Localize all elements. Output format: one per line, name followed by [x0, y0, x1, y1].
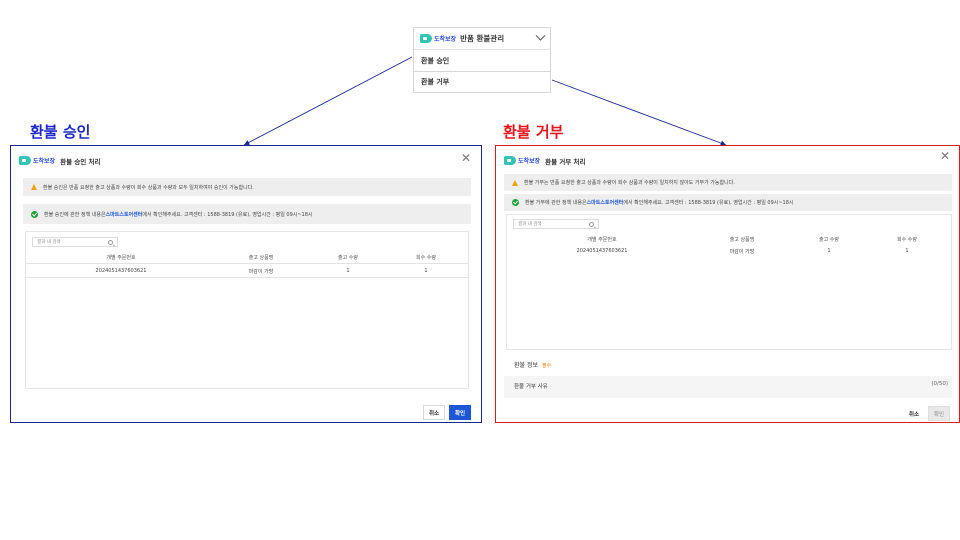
warning-text: 환불 승인은 반품 요청한 출고 상품과 수량이 회수 상품과 수량과 모두 일… — [43, 184, 254, 191]
refund-info-text: 환불 정보 — [514, 362, 538, 369]
cell-product: 마감이 가방 — [248, 269, 274, 275]
search-icon[interactable] — [108, 239, 113, 245]
info-text-suffix: 에서 확인해주세요. 고객센터 : 1588-3819 (유료), 영업시간 :… — [623, 200, 794, 206]
reason-counter: (0/50) — [931, 381, 948, 387]
refund-info-label: 환불 정보 필수 — [514, 360, 551, 369]
col-out-qty: 출고 수량 — [819, 237, 839, 243]
col-order-no: 개별 주문번호 — [106, 255, 136, 261]
warning-icon — [512, 179, 518, 186]
logo: 도착보장 — [420, 33, 456, 44]
logo-mark-icon — [420, 34, 432, 43]
warning-notice: 환불 승인은 반품 요청한 출고 상품과 수량이 회수 상품과 수량과 모두 일… — [23, 178, 471, 196]
info-notice: 환불 승인에 관한 정책 내용은 스마트스토어센터 에서 확인해주세요. 고객센… — [23, 204, 471, 224]
page: 도착보장 반품 환불관리 환불 승인 환불 거부 환불 승인 환불 거부 도착보… — [0, 0, 960, 540]
cell-return-qty: 1 — [905, 248, 909, 254]
cancel-button[interactable]: 취소 — [423, 405, 445, 420]
reject-heading: 환불 거부 — [503, 123, 564, 141]
search-placeholder: 결과 내 검색 — [37, 240, 61, 245]
reject-reason-input[interactable]: 환불 거부 사유 (0/50) — [504, 376, 952, 398]
logo-mark-icon — [504, 156, 516, 165]
approve-dialog: 도착보장 환불 승인 처리 ✕ 환불 승인은 반품 요청한 출고 상품과 수량이… — [10, 145, 482, 423]
col-product: 출고 상품명 — [248, 255, 274, 261]
search-placeholder: 결과 내 검색 — [518, 222, 542, 227]
dropdown-item-approve[interactable]: 환불 승인 — [414, 50, 550, 71]
warning-notice: 환불 거부는 반품 요청한 출고 상품과 수량이 회수 상품과 수량이 일치하지… — [504, 174, 952, 191]
cancel-button[interactable]: 취소 — [903, 406, 925, 421]
cell-product: 마감이 가방 — [729, 249, 755, 255]
smartstore-link[interactable]: 스마트스토어센터 — [587, 199, 624, 206]
order-table-panel: 결과 내 검색 개별 주문번호 출고 상품명 출고 수량 회수 수량 20240… — [25, 231, 469, 389]
close-icon[interactable]: ✕ — [461, 152, 471, 164]
dropdown-title: 반품 환불관리 — [460, 34, 505, 43]
col-product: 출고 상품명 — [729, 237, 755, 243]
cell-return-qty: 1 — [424, 268, 428, 274]
logo-mark-icon — [19, 156, 31, 165]
close-icon[interactable]: ✕ — [940, 150, 950, 162]
logo: 도착보장 — [19, 155, 55, 166]
dropdown-item-reject[interactable]: 환불 거부 — [414, 71, 550, 92]
order-table-panel: 결과 내 검색 개별 주문번호 출고 상품명 출고 수량 회수 수량 20240… — [506, 214, 952, 350]
smartstore-link[interactable]: 스마트스토어센터 — [106, 211, 143, 218]
search-icon[interactable] — [589, 221, 594, 227]
cell-out-qty: 1 — [346, 268, 350, 274]
info-text-suffix: 에서 확인해주세요. 고객센터 : 1588-3819 (유료), 영업시간 :… — [142, 211, 313, 218]
dialog-header: 도착보장 환불 거부 처리 — [504, 155, 586, 166]
confirm-button[interactable]: 확인 — [449, 405, 471, 420]
dialog-title: 환불 승인 처리 — [60, 157, 101, 166]
confirm-button-disabled[interactable]: 확인 — [928, 406, 950, 421]
logo-text: 도착보장 — [434, 36, 457, 43]
check-circle-icon — [31, 210, 38, 218]
logo-text: 도착보장 — [33, 158, 56, 165]
col-out-qty: 출고 수량 — [338, 255, 358, 261]
approve-heading: 환불 승인 — [30, 123, 91, 141]
logo: 도착보장 — [504, 155, 540, 166]
reject-dialog: 도착보장 환불 거부 처리 ✕ 환불 거부는 반품 요청한 출고 상품과 수량이… — [495, 145, 960, 423]
dialog-header: 도착보장 환불 승인 처리 — [19, 155, 101, 166]
search-input[interactable]: 결과 내 검색 — [32, 237, 118, 247]
info-text-prefix: 환불 승인에 관한 정책 내용은 — [44, 211, 106, 218]
logo-text: 도착보장 — [518, 158, 541, 165]
warning-icon — [31, 184, 37, 190]
info-text-prefix: 환불 거부에 관한 정책 내용은 — [525, 200, 587, 206]
required-badge: 필수 — [542, 363, 552, 369]
table-header: 개별 주문번호 출고 상품명 출고 수량 회수 수량 — [26, 250, 468, 264]
dialog-title: 환불 거부 처리 — [545, 157, 586, 166]
cell-order-no: 2024051437603621 — [95, 268, 147, 274]
cell-out-qty: 1 — [827, 248, 831, 254]
col-return-qty: 회수 수량 — [897, 237, 917, 243]
check-circle-icon — [512, 199, 519, 206]
dropdown-header[interactable]: 도착보장 반품 환불관리 — [414, 28, 550, 50]
table-row[interactable]: 2024051437603621 마감이 가방 1 1 — [26, 264, 468, 278]
reason-label: 환불 거부 사유 — [514, 384, 548, 390]
refund-menu-dropdown[interactable]: 도착보장 반품 환불관리 환불 승인 환불 거부 — [413, 27, 551, 93]
warning-text: 환불 거부는 반품 요청한 출고 상품과 수량이 회수 상품과 수량이 일치하지… — [524, 180, 735, 186]
search-input[interactable]: 결과 내 검색 — [513, 219, 599, 229]
chevron-down-icon[interactable] — [535, 30, 546, 41]
cell-order-no: 2024051437603621 — [576, 248, 628, 254]
col-order-no: 개별 주문번호 — [587, 237, 617, 243]
info-notice: 환불 거부에 관한 정책 내용은 스마트스토어센터 에서 확인해주세요. 고객센… — [504, 194, 952, 211]
table-row[interactable]: 2024051437603621 마감이 가방 1 1 — [507, 244, 951, 258]
col-return-qty: 회수 수량 — [416, 255, 436, 261]
